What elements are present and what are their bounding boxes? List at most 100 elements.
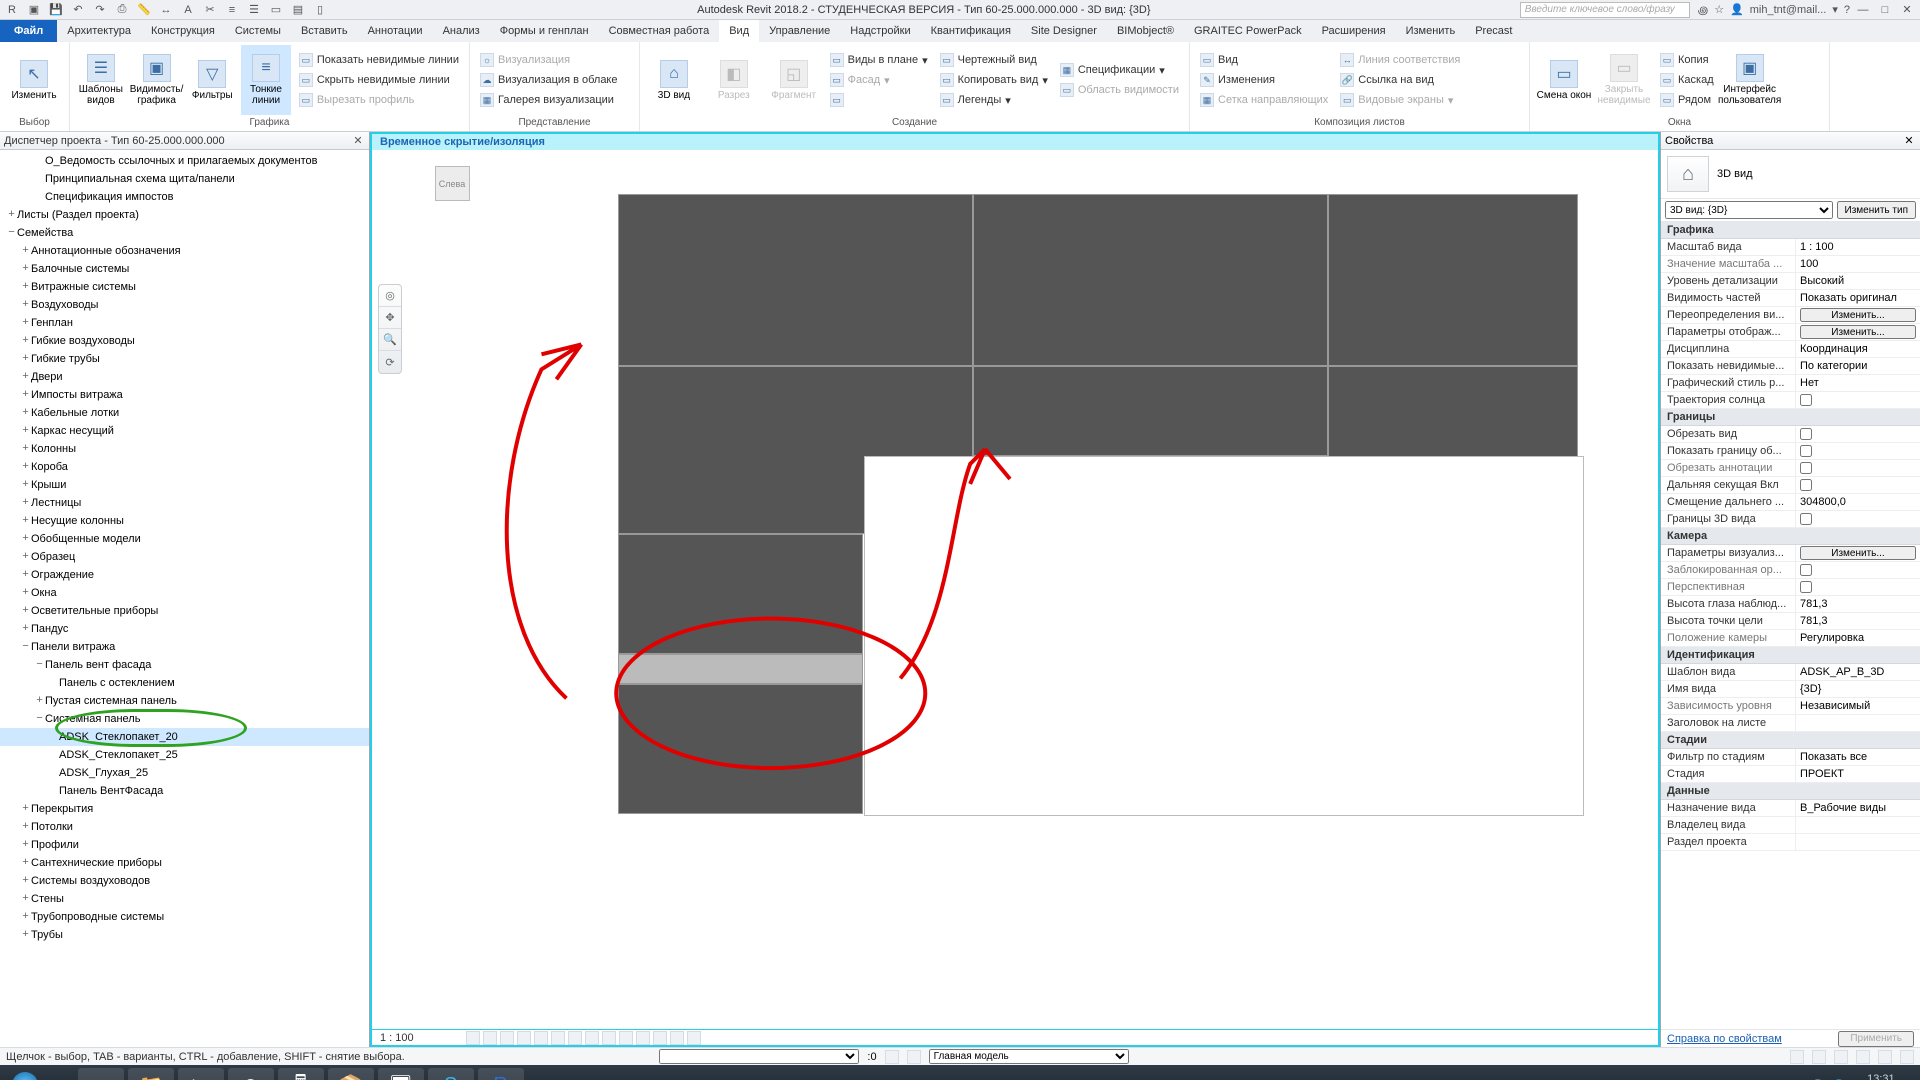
expander-icon[interactable]: + <box>20 821 31 833</box>
tree-node[interactable]: О_Ведомость ссылочных и прилагаемых доку… <box>0 152 369 170</box>
property-value[interactable]: ADSK_АР_В_3D <box>1796 664 1920 680</box>
property-category[interactable]: Идентификация <box>1661 647 1920 664</box>
misc5-icon[interactable] <box>670 1031 684 1045</box>
expander-icon[interactable]: + <box>20 389 31 401</box>
ribbon-tab[interactable]: Управление <box>759 20 840 42</box>
edit-button[interactable]: Изменить... <box>1800 546 1916 560</box>
file-tab[interactable]: Файл <box>0 20 57 42</box>
status-icon[interactable] <box>885 1050 899 1064</box>
tree-node[interactable]: ADSK_Стеклопакет_25 <box>0 746 369 764</box>
ribbon-tab[interactable]: Precast <box>1465 20 1522 42</box>
print-icon[interactable]: ⎙ <box>114 2 130 18</box>
ribbon-tab[interactable]: Надстройки <box>840 20 920 42</box>
misc-icon[interactable] <box>602 1031 616 1045</box>
cascade-button[interactable]: ▭Каскад <box>1656 71 1718 89</box>
property-value[interactable]: В_Рабочие виды <box>1796 800 1920 816</box>
thinline-icon[interactable]: ▤ <box>290 2 306 18</box>
property-value[interactable]: Показать все <box>1796 749 1920 765</box>
tree-node[interactable]: Панель ВентФасада <box>0 782 369 800</box>
sun-icon[interactable] <box>500 1031 514 1045</box>
hide-hidden-lines-button[interactable]: ▭Скрыть невидимые линии <box>295 71 463 89</box>
text-icon[interactable]: A <box>180 2 196 18</box>
view-canvas[interactable]: Слева ◎ ✥ 🔍 ⟳ <box>372 150 1658 1029</box>
minimize-icon[interactable]: — <box>1854 2 1872 18</box>
tree-node[interactable]: +Гибкие трубы <box>0 350 369 368</box>
expander-icon[interactable]: + <box>20 335 31 347</box>
infocenter-icon[interactable]: ꩜ <box>1698 2 1708 18</box>
property-value[interactable] <box>1796 477 1920 493</box>
property-value[interactable]: 304800,0 <box>1796 494 1920 510</box>
property-category[interactable]: Стадии <box>1661 732 1920 749</box>
full-nav-icon[interactable]: ◎ <box>379 285 401 307</box>
property-category[interactable]: Графика <box>1661 222 1920 239</box>
property-value[interactable]: 781,3 <box>1796 596 1920 612</box>
undo-icon[interactable]: ↶ <box>70 2 86 18</box>
edit-button[interactable]: Изменить... <box>1800 325 1916 339</box>
property-category[interactable]: Границы <box>1661 409 1920 426</box>
close-icon[interactable]: ✕ <box>1898 2 1916 18</box>
tree-node[interactable]: ADSK_Глухая_25 <box>0 764 369 782</box>
property-checkbox[interactable] <box>1800 513 1812 525</box>
expander-icon[interactable]: + <box>20 497 31 509</box>
tree-node[interactable]: +Трубы <box>0 926 369 944</box>
property-value[interactable]: {3D} <box>1796 681 1920 697</box>
pan-icon[interactable]: ✥ <box>379 307 401 329</box>
property-category[interactable]: Камера <box>1661 528 1920 545</box>
show-hidden-lines-button[interactable]: ▭Показать невидимые линии <box>295 51 463 69</box>
misc6-icon[interactable] <box>687 1031 701 1045</box>
save-icon[interactable]: 💾 <box>48 2 64 18</box>
view-scale[interactable]: 1 : 100 <box>380 1032 460 1044</box>
expander-icon[interactable]: + <box>20 857 31 869</box>
clock[interactable]: 13:31 24.11.2017 <box>1854 1073 1908 1080</box>
ribbon-tab[interactable]: Расширения <box>1312 20 1396 42</box>
status-icon[interactable] <box>907 1050 921 1064</box>
tree-node[interactable]: +Кабельные лотки <box>0 404 369 422</box>
tree-node[interactable]: −Панели витража <box>0 638 369 656</box>
cut-icon[interactable]: ✂ <box>202 2 218 18</box>
expander-icon[interactable]: + <box>20 353 31 365</box>
property-checkbox[interactable] <box>1800 394 1812 406</box>
render-gallery-button[interactable]: ▦Галерея визуализации <box>476 91 622 109</box>
misc2-icon[interactable] <box>619 1031 633 1045</box>
taskbar-revit[interactable]: R <box>478 1068 524 1080</box>
property-value[interactable] <box>1796 834 1920 850</box>
property-value[interactable]: По категории <box>1796 358 1920 374</box>
nav-wheel[interactable]: ◎ ✥ 🔍 ⟳ <box>378 284 402 374</box>
taskbar-media[interactable]: ▶ <box>178 1068 224 1080</box>
schedules-button[interactable]: ▦Спецификации ▾ <box>1056 61 1183 79</box>
switch-windows-button[interactable]: ▭Смена окон <box>1536 45 1592 115</box>
ribbon-tab[interactable]: Аннотации <box>358 20 433 42</box>
filters-button[interactable]: ▽Фильтры <box>187 45 237 115</box>
sync-icon[interactable]: ☰ <box>246 2 262 18</box>
misc3-icon[interactable] <box>636 1031 650 1045</box>
tree-node[interactable]: −Системная панель <box>0 710 369 728</box>
tree-node[interactable]: ADSK_Стеклопакет_20 <box>0 728 369 746</box>
expander-icon[interactable]: + <box>20 587 31 599</box>
property-category[interactable]: Данные <box>1661 783 1920 800</box>
expander-icon[interactable]: + <box>20 551 31 563</box>
duplicate-view-button[interactable]: ▭Копировать вид ▾ <box>936 71 1052 89</box>
maximize-icon[interactable]: □ <box>1876 2 1894 18</box>
property-value[interactable] <box>1796 443 1920 459</box>
exchange-icon[interactable]: ▾ <box>1832 3 1838 16</box>
tree-node[interactable]: +Короба <box>0 458 369 476</box>
replicate-button[interactable]: ▭Копия <box>1656 51 1718 69</box>
taskbar-skype[interactable]: S <box>428 1068 474 1080</box>
status-right-icon[interactable] <box>1812 1050 1826 1064</box>
tree-node[interactable]: +Стены <box>0 890 369 908</box>
selection-dropdown[interactable]: 3D вид: {3D} <box>1665 201 1833 219</box>
search-box[interactable]: Введите ключевое слово/фразу <box>1520 2 1690 18</box>
tree-node[interactable]: +Обобщенные модели <box>0 530 369 548</box>
tree-node[interactable]: +Балочные системы <box>0 260 369 278</box>
tree-node[interactable]: +Профили <box>0 836 369 854</box>
expander-icon[interactable]: + <box>20 605 31 617</box>
3d-view-button[interactable]: ⌂3D вид <box>646 45 702 115</box>
drafting-view-button[interactable]: ▭Чертежный вид <box>936 51 1052 69</box>
tree-node[interactable]: +Генплан <box>0 314 369 332</box>
ribbon-tab[interactable]: GRAITEC PowerPack <box>1184 20 1312 42</box>
view-ref-button[interactable]: 🔗Ссылка на вид <box>1336 71 1464 89</box>
expander-icon[interactable]: + <box>20 803 31 815</box>
legends-button[interactable]: ▭Легенды ▾ <box>936 91 1052 109</box>
property-value[interactable]: Изменить... <box>1796 307 1920 323</box>
status-right-icon[interactable] <box>1900 1050 1914 1064</box>
